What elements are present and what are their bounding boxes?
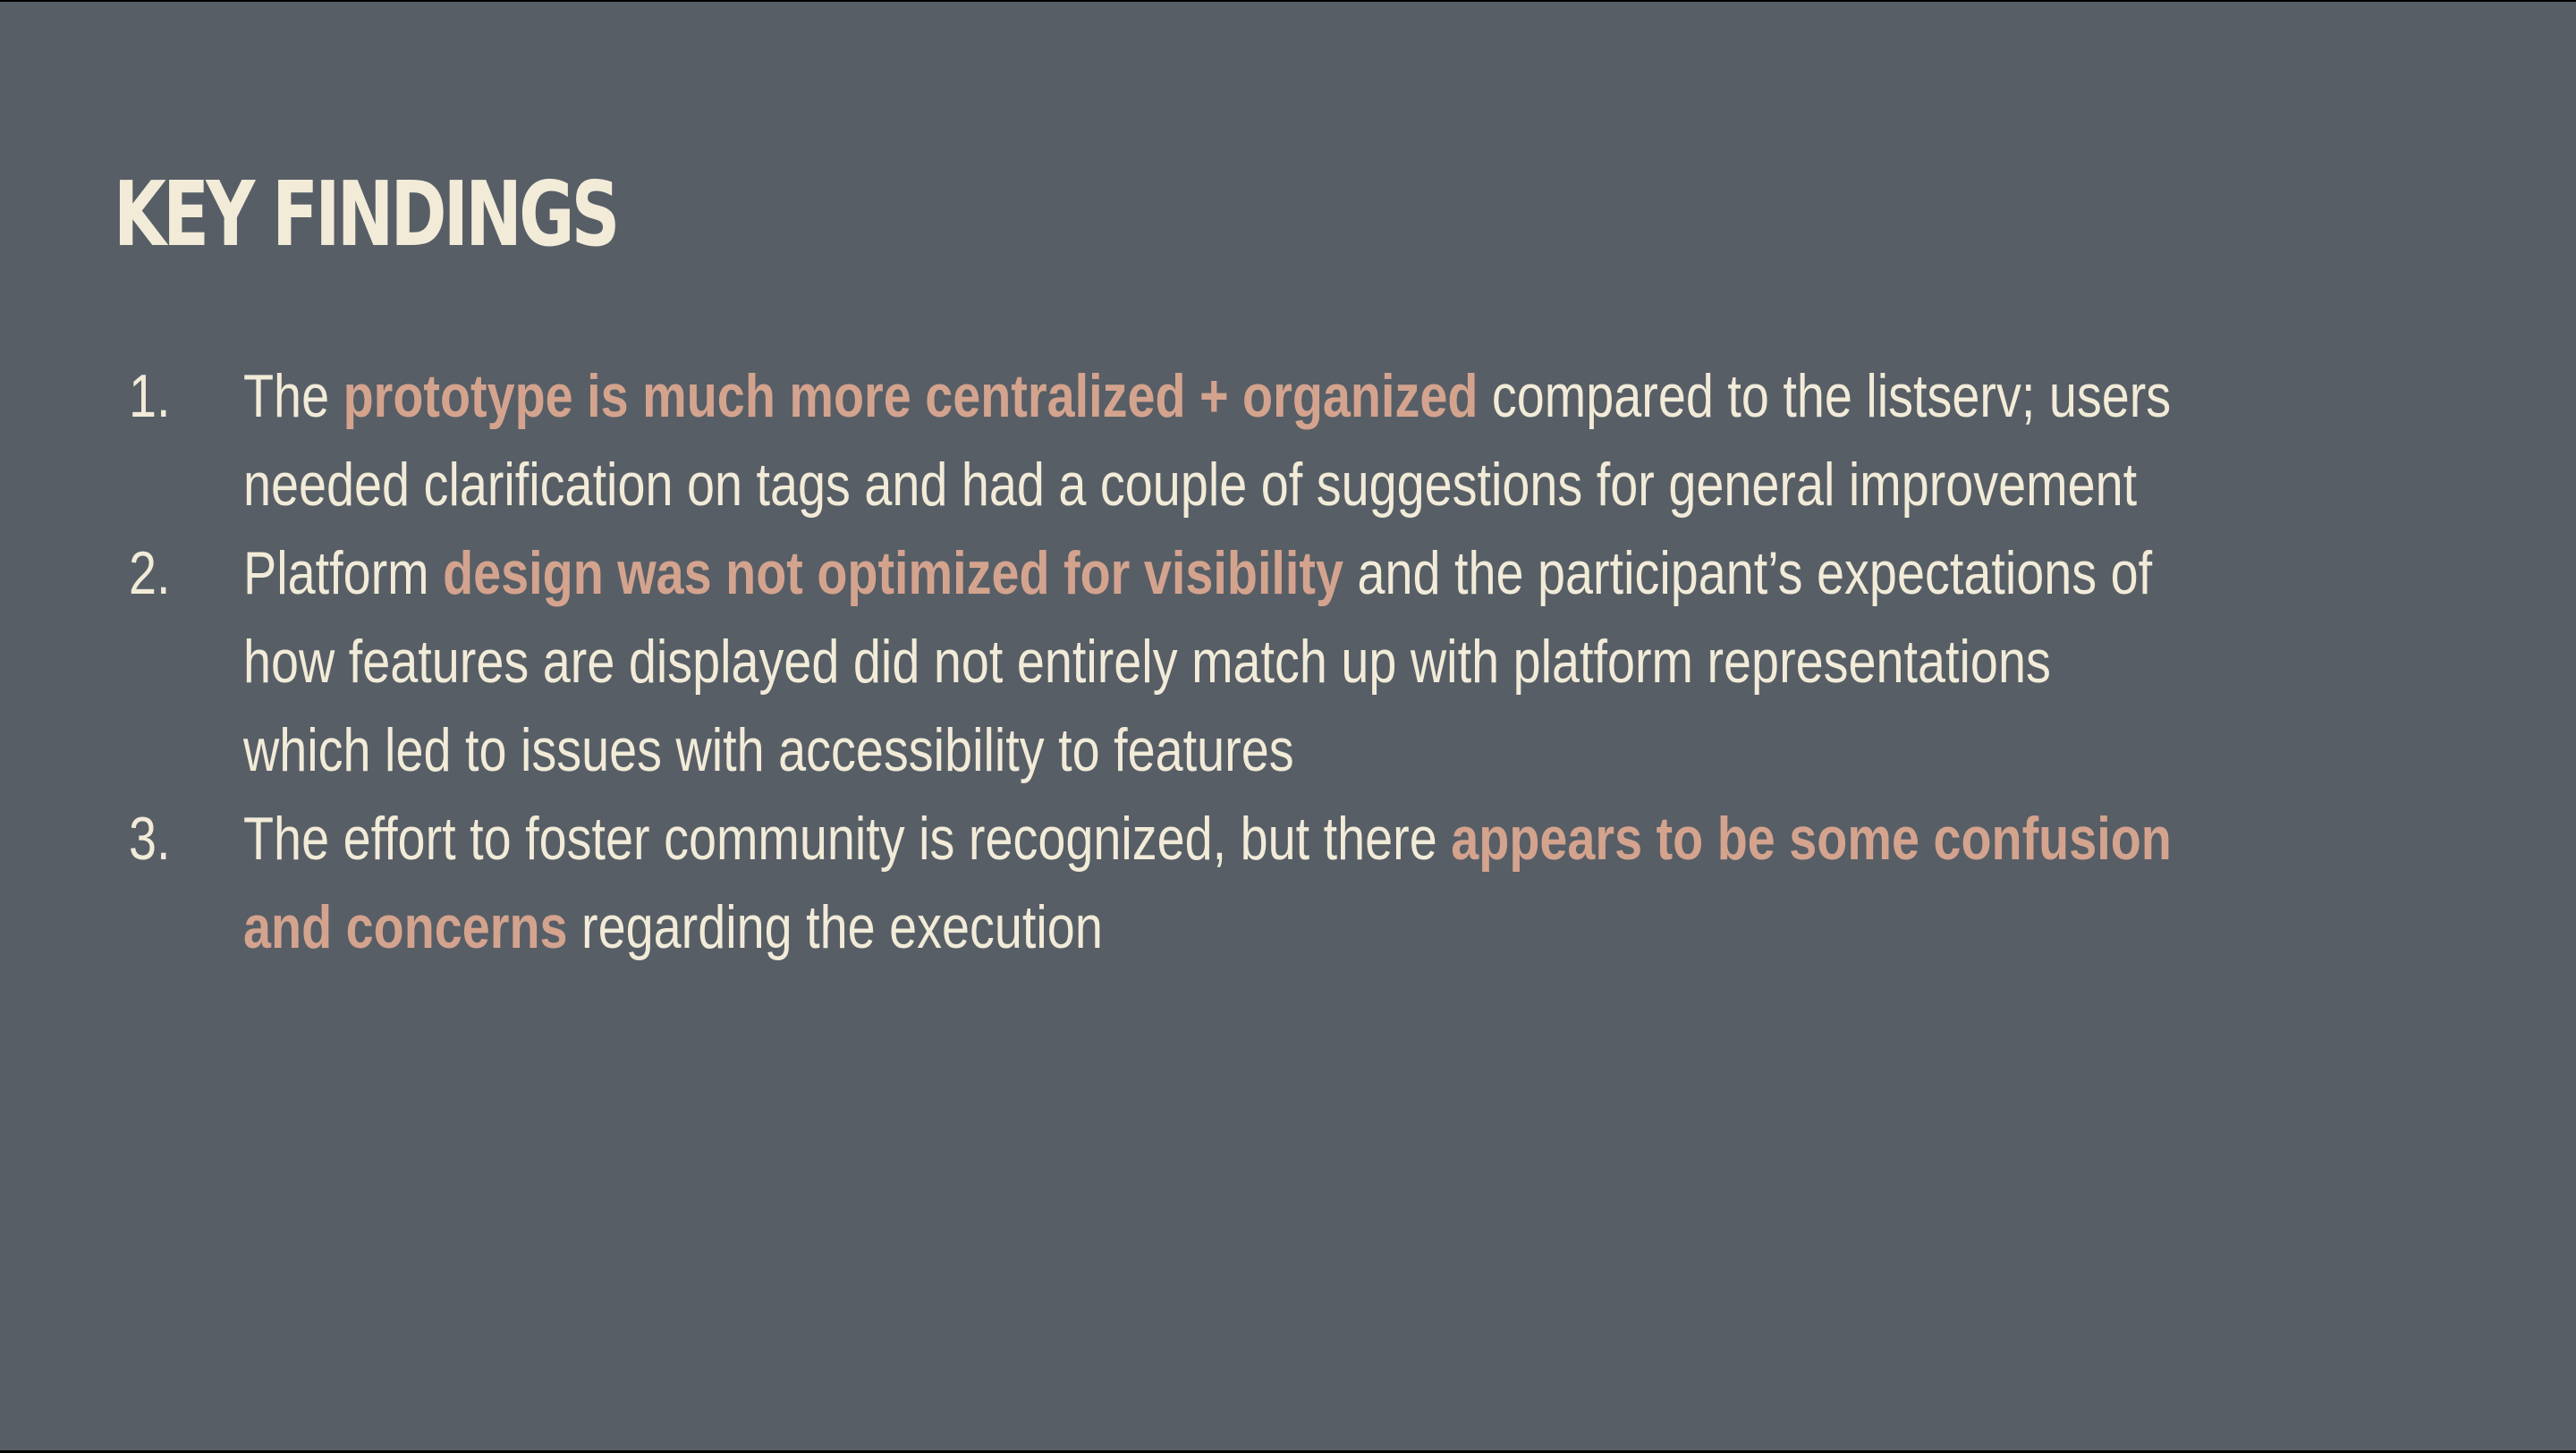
finding-text: compared to the listserv; users	[1478, 362, 2172, 430]
finding-line: The prototype is much more centralized +…	[243, 352, 2171, 441]
findings-list: 1. The prototype is much more centralize…	[129, 352, 2544, 972]
finding-line: Platform design was not optimized for vi…	[243, 529, 2152, 618]
slide: KEY FINDINGS 1. The prototype is much mo…	[0, 2, 2576, 1450]
slide-title: KEY FINDINGS	[114, 162, 620, 266]
finding-highlight: and concerns	[243, 893, 568, 961]
finding-item: 3. The effort to foster community is rec…	[129, 795, 2544, 972]
finding-highlight: appears to be some confusion	[1451, 805, 2172, 873]
finding-line: which led to issues with accessibility t…	[243, 716, 1294, 784]
finding-text: regarding the execution	[567, 893, 1103, 961]
finding-text: The	[243, 362, 343, 430]
finding-line: how features are displayed did not entir…	[243, 628, 2051, 696]
finding-text: The effort to foster community is recogn…	[243, 805, 1452, 873]
finding-number: 1.	[129, 362, 171, 430]
finding-line: and concerns regarding the execution	[243, 883, 2130, 972]
finding-number: 3.	[129, 805, 171, 873]
finding-line: needed clarification on tags and had a c…	[243, 451, 2138, 519]
finding-highlight: design was not optimized for visibility	[443, 539, 1343, 607]
finding-line: The effort to foster community is recogn…	[243, 795, 2172, 883]
finding-item: 1. The prototype is much more centralize…	[129, 352, 2544, 529]
finding-item: 2. Platform design was not optimized for…	[129, 529, 2544, 795]
finding-highlight: prototype is much more centralized + org…	[343, 362, 1479, 430]
finding-number: 2.	[129, 539, 171, 607]
finding-text: and the participant’s expectations of	[1343, 539, 2153, 607]
finding-text: Platform	[243, 539, 444, 607]
